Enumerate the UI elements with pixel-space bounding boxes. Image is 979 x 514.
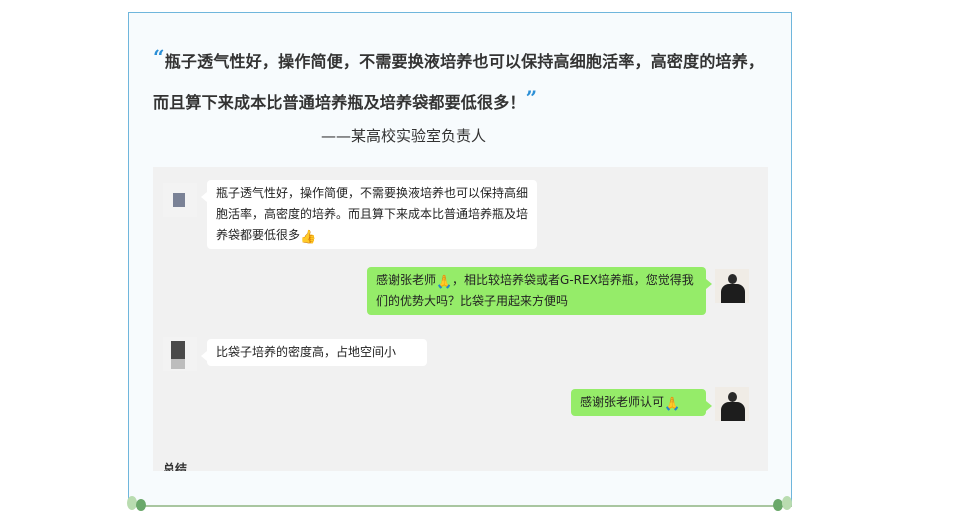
quote-text: 瓶子透气性好，操作简便，不需要换液培养也可以保持高细胞活率，高密度的培养，而且算…	[153, 52, 765, 112]
praying-hands-icon: 🙏	[436, 275, 453, 290]
chat-message-outgoing: 感谢张老师认可🙏	[571, 389, 712, 416]
message-text: 瓶子透气性好，操作简便，不需要换液培养也可以保持高细胞活率，高密度的培养。而且算…	[216, 186, 529, 242]
leaf-decoration-icon	[127, 496, 146, 511]
thumbs-up-icon: 👍	[300, 230, 317, 245]
testimonial-quote: “瓶子透气性好，操作简便，不需要换液培养也可以保持高细胞活率，高密度的培养，而且…	[153, 41, 773, 123]
self-avatar	[715, 387, 749, 421]
close-quote-icon: ”	[525, 86, 538, 110]
open-quote-icon: “	[153, 45, 165, 69]
chat-message-incoming: 瓶子透气性好，操作简便，不需要换液培养也可以保持高细胞活率，高密度的培养。而且算…	[201, 180, 537, 249]
message-text: 感谢张老师认可	[580, 395, 665, 409]
praying-hands-icon: 🙏	[664, 397, 681, 412]
footer-divider	[128, 505, 792, 507]
chat-screenshot: 瓶子透气性好，操作简便，不需要换液培养也可以保持高细胞活率，高密度的培养。而且算…	[153, 167, 768, 471]
message-text: 比袋子培养的密度高，占地空间小	[216, 345, 397, 359]
quote-attribution: ——某高校实验室负责人	[321, 127, 487, 145]
avatar-image	[173, 193, 185, 207]
self-avatar	[715, 269, 749, 303]
leaf-decoration-icon	[773, 496, 792, 511]
testimonial-card: “瓶子透气性好，操作简便，不需要换液培养也可以保持高细胞活率，高密度的培养，而且…	[128, 12, 792, 506]
sender-avatar	[163, 337, 197, 371]
chat-message-outgoing: 感谢张老师🙏，相比较培养袋或者G-REX培养瓶，您觉得我们的优势大吗？比袋子用起…	[367, 267, 712, 315]
partial-caption: 总结	[163, 462, 188, 471]
sender-avatar	[163, 183, 197, 217]
chat-message-incoming: 比袋子培养的密度高，占地空间小	[201, 339, 427, 366]
message-text: 感谢张老师	[376, 273, 437, 287]
